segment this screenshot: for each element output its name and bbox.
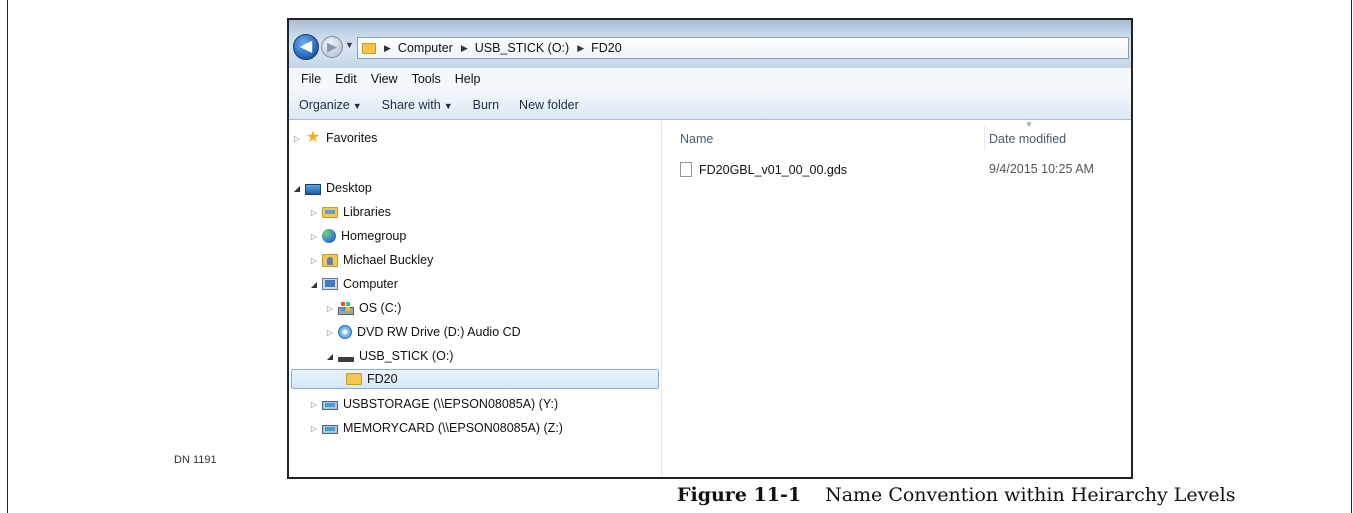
organize-button[interactable]: Organize ▼ (299, 98, 362, 112)
share-with-button[interactable]: Share with ▼ (382, 98, 453, 112)
file-list-pane: Name ▼ Date modified FD20GBL_v01_00_00.g… (662, 120, 1131, 477)
organize-label: Organize (299, 97, 350, 112)
menu-help[interactable]: Help (455, 72, 481, 86)
folder-icon (346, 373, 362, 385)
libraries-icon (322, 206, 338, 218)
menu-edit[interactable]: Edit (335, 72, 357, 86)
sort-arrow-icon: ▼ (1025, 120, 1033, 129)
chevron-down-icon: ▼ (352, 100, 362, 111)
expand-arrow-icon[interactable]: ▷ (309, 400, 319, 409)
tree-item-drive-o[interactable]: ◢ USB_STICK (O:) (325, 346, 454, 366)
tree-label: Computer (343, 277, 398, 291)
expand-arrow-icon[interactable]: ▷ (292, 134, 302, 143)
menu-file[interactable]: File (301, 72, 321, 86)
computer-icon (322, 278, 338, 290)
tree-label: Favorites (326, 131, 378, 145)
navigation-pane: ▷ ★ Favorites ◢ Desktop ▷ Libraries ▷ Ho… (289, 120, 662, 477)
tree-item-user[interactable]: ▷ Michael Buckley (309, 250, 433, 270)
user-folder-icon (322, 253, 338, 267)
tree-label: FD20 (367, 372, 398, 386)
tree-item-favorites[interactable]: ▷ ★ Favorites (292, 128, 377, 148)
tree-label: Michael Buckley (343, 253, 434, 267)
tree-item-desktop[interactable]: ◢ Desktop (292, 178, 372, 198)
breadcrumb-separator-icon[interactable]: ▶ (384, 43, 391, 54)
tree-label: USBSTORAGE (\\EPSON08085A) (Y:) (343, 397, 559, 411)
collapse-arrow-icon[interactable]: ◢ (325, 352, 335, 361)
figure-number: Figure 11-1 (677, 484, 802, 506)
hard-drive-icon (338, 301, 354, 315)
disc-drive-icon (338, 325, 352, 339)
document-note: DN 1191 (174, 454, 217, 466)
figure-title: Name Convention within Heirarchy Levels (825, 484, 1236, 506)
file-list-row[interactable]: FD20GBL_v01_00_00.gds 9/4/2015 10:25 AM (662, 160, 1131, 180)
tree-item-homegroup[interactable]: ▷ Homegroup (309, 226, 406, 246)
menu-tools[interactable]: Tools (412, 72, 441, 86)
address-field[interactable]: ▶ Computer ▶ USB_STICK (O:) ▶ FD20 (357, 37, 1129, 59)
folder-icon (362, 42, 376, 54)
collapse-arrow-icon[interactable]: ◢ (292, 184, 302, 193)
breadcrumb-fd20[interactable]: FD20 (591, 41, 622, 55)
address-bar-region: ◀ ▶ ▼ ▶ Computer ▶ USB_STICK (O:) ▶ FD20 (289, 20, 1131, 68)
tree-item-drive-z[interactable]: ▷ MEMORYCARD (\\EPSON08085A) (Z:) (309, 418, 563, 438)
tree-label: DVD RW Drive (D:) Audio CD (357, 325, 521, 339)
burn-button[interactable]: Burn (473, 98, 499, 112)
breadcrumb-usb-stick[interactable]: USB_STICK (O:) (475, 41, 569, 55)
share-with-label: Share with (381, 97, 441, 112)
tree-item-drive-d[interactable]: ▷ DVD RW Drive (D:) Audio CD (325, 322, 521, 342)
tree-label: MEMORYCARD (\\EPSON08085A) (Z:) (343, 421, 563, 435)
file-date-cell: 9/4/2015 10:25 AM (989, 162, 1094, 176)
collapse-arrow-icon[interactable]: ◢ (309, 280, 319, 289)
tree-label: OS (C:) (359, 301, 402, 315)
tree-item-drive-c[interactable]: ▷ OS (C:) (325, 298, 401, 318)
file-name-cell: FD20GBL_v01_00_00.gds (680, 162, 847, 177)
chevron-down-icon: ▼ (443, 100, 453, 111)
column-header-date-modified[interactable]: Date modified (989, 132, 1066, 146)
explorer-window: ◀ ▶ ▼ ▶ Computer ▶ USB_STICK (O:) ▶ FD20… (287, 18, 1133, 479)
recent-pages-chevron-icon[interactable]: ▼ (345, 40, 354, 50)
tree-label: USB_STICK (O:) (359, 349, 454, 363)
tree-item-drive-y[interactable]: ▷ USBSTORAGE (\\EPSON08085A) (Y:) (309, 394, 558, 414)
back-arrow-icon[interactable]: ◀ (293, 34, 319, 60)
tree-label: Desktop (326, 181, 372, 195)
column-divider[interactable] (984, 126, 985, 150)
usb-drive-icon (338, 356, 354, 362)
new-folder-button[interactable]: New folder (519, 98, 579, 112)
network-drive-icon (322, 424, 338, 434)
breadcrumb-separator-icon[interactable]: ▶ (461, 43, 468, 54)
tree-item-fd20[interactable]: FD20 (291, 369, 659, 389)
file-icon (680, 162, 692, 177)
desktop-icon (305, 183, 321, 195)
expand-arrow-icon[interactable]: ▷ (309, 256, 319, 265)
expand-arrow-icon[interactable]: ▷ (309, 208, 319, 217)
menu-bar: File Edit View Tools Help (289, 68, 1131, 91)
network-drive-icon (322, 400, 338, 410)
breadcrumb-computer[interactable]: Computer (398, 41, 453, 55)
figure-caption: Figure 11-1 Name Convention within Heirar… (677, 484, 1235, 506)
expand-arrow-icon[interactable]: ▷ (309, 424, 319, 433)
menu-view[interactable]: View (371, 72, 398, 86)
expand-arrow-icon[interactable]: ▷ (325, 328, 335, 337)
breadcrumb-separator-icon[interactable]: ▶ (577, 43, 584, 54)
file-name-text: FD20GBL_v01_00_00.gds (699, 163, 848, 177)
expand-arrow-icon[interactable]: ▷ (309, 232, 319, 241)
column-header-name[interactable]: Name (680, 132, 713, 146)
star-icon: ★ (305, 129, 321, 146)
forward-arrow-icon[interactable]: ▶ (321, 36, 343, 58)
tree-item-libraries[interactable]: ▷ Libraries (309, 202, 391, 222)
tree-label: Homegroup (341, 229, 407, 243)
tree-item-computer[interactable]: ◢ Computer (309, 274, 398, 294)
homegroup-icon (322, 229, 336, 243)
tree-label: Libraries (343, 205, 391, 219)
command-bar: Organize ▼ Share with ▼ Burn New folder (289, 90, 1131, 120)
expand-arrow-icon[interactable]: ▷ (325, 304, 335, 313)
